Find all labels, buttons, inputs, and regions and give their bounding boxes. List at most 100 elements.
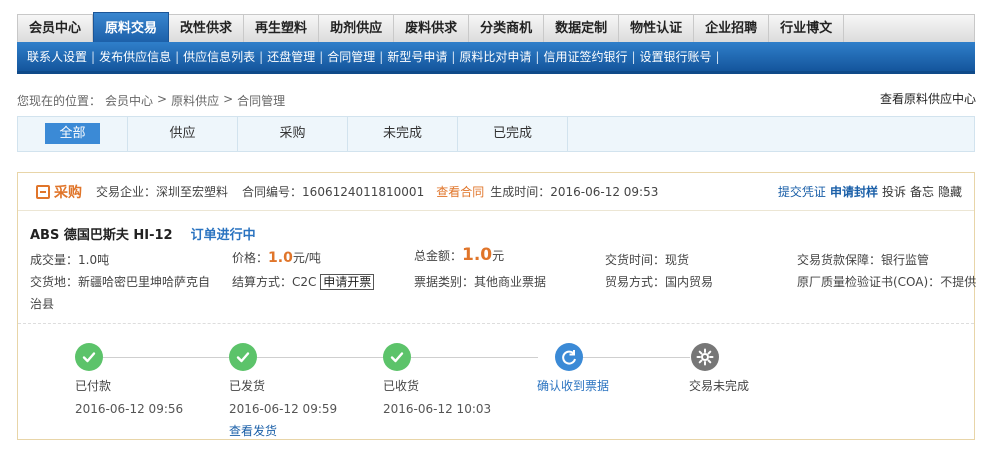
refresh-icon	[555, 343, 583, 371]
step-trade-incomplete-label: 交易未完成	[689, 379, 750, 393]
trade-company: 交易企业：深圳至宏塑料	[96, 185, 229, 199]
divider	[18, 323, 974, 324]
breadcrumb-separator: >	[223, 92, 234, 106]
ticket-type-info: 票据类别：其他商业票据	[414, 275, 547, 289]
step-confirm-invoice-label: 确认收到票据	[537, 379, 610, 393]
check-icon	[75, 343, 103, 371]
filter-supply[interactable]: 供应	[128, 116, 238, 152]
order-card: 采购 交易企业：深圳至宏塑料 合同编号：1606124011810001 查看合…	[17, 172, 977, 440]
payment-guarantee-info: 交易货款保障：银行监管	[797, 253, 930, 267]
gear-icon	[691, 343, 719, 371]
breadcrumb-prefix: 您现在的位置：	[17, 94, 102, 108]
subnav-bank-account[interactable]: 设置银行账号	[640, 48, 712, 65]
delivery-place-info-cont: 治县	[30, 297, 55, 311]
view-contract-link[interactable]: 查看合同	[436, 183, 484, 200]
product-row: ABS 德国巴斯夫 HI-12 订单进行中	[30, 224, 256, 243]
tab-business-opportunities[interactable]: 分类商机	[469, 15, 545, 43]
tab-property-cert[interactable]: 物性认证	[619, 15, 695, 43]
subnav-separator: |	[379, 49, 384, 64]
filter-incomplete-label: 未完成	[382, 126, 422, 141]
contract-number: 合同编号：1606124011810001	[242, 185, 425, 199]
check-icon	[229, 343, 257, 371]
tab-member-center[interactable]: 会员中心	[18, 15, 94, 43]
step-paid-label: 已付款	[75, 379, 112, 393]
tab-additive-supply[interactable]: 助剂供应	[319, 15, 395, 43]
step-paid: 已付款 2016-06-12 09:56	[75, 343, 195, 416]
tab-recruitment[interactable]: 企业招聘	[694, 15, 770, 43]
filter-all[interactable]: 全部	[18, 116, 128, 152]
check-icon	[383, 343, 411, 371]
tab-industry-blog[interactable]: 行业博文	[769, 15, 845, 43]
filter-complete[interactable]: 已完成	[458, 116, 568, 152]
order-type: 采购	[36, 182, 82, 202]
step-shipped-date: 2016-06-12 09:59	[229, 402, 338, 416]
delivery-place-info: 交货地：新疆哈密巴里坤哈萨克自	[30, 275, 211, 289]
purchase-icon	[36, 184, 50, 199]
subnav-separator: |	[319, 49, 324, 64]
volume-info: 成交量：1.0吨	[30, 253, 110, 267]
step-received-date: 2016-06-12 10:03	[383, 402, 492, 416]
subnav-separator: |	[259, 49, 264, 64]
filter-purchase[interactable]: 采购	[238, 116, 348, 152]
subnav-counter-offer[interactable]: 还盘管理	[267, 48, 315, 65]
step-received-label: 已收货	[383, 379, 420, 393]
price-info: 价格：1.0元/吨	[232, 250, 321, 266]
sub-nav: 联系人设置 | 发布供应信息 | 供应信息列表 | 还盘管理 | 合同管理 | 新型号申请…	[17, 42, 975, 74]
filter-purchase-label: 采购	[279, 126, 306, 141]
order-filter-tabs: 全部 供应 采购 未完成 已完成	[17, 116, 975, 152]
breadcrumb: 您现在的位置： 会员中心 > 原料供应 > 合同管理	[17, 92, 285, 109]
order-type-label: 采购	[54, 184, 82, 201]
breadcrumb-contract-management: 合同管理	[237, 94, 286, 108]
trade-mode-info: 贸易方式：国内贸易	[605, 275, 714, 289]
subnav-contract-management[interactable]: 合同管理	[327, 48, 375, 65]
breadcrumb-raw-supply[interactable]: 原料供应	[171, 92, 219, 109]
step-paid-date: 2016-06-12 09:56	[75, 402, 184, 416]
subnav-separator: |	[91, 49, 96, 64]
hide-button[interactable]: 隐藏	[938, 183, 962, 200]
subnav-separator: |	[631, 49, 636, 64]
filter-all-label: 全部	[45, 123, 100, 144]
subnav-material-compare[interactable]: 原料比对申请	[459, 48, 531, 65]
view-supplier-center-link[interactable]: 查看原料供应中心	[880, 90, 976, 107]
subnav-separator: |	[175, 49, 180, 64]
apply-sample-button[interactable]: 申请封样	[830, 183, 878, 200]
subnav-credit-bank[interactable]: 信用证签约银行	[543, 48, 627, 65]
filter-supply-label: 供应	[169, 126, 196, 141]
subnav-supply-list[interactable]: 供应信息列表	[183, 48, 255, 65]
total-amount-info: 总金额：1.0元	[414, 245, 505, 265]
subnav-separator: |	[715, 49, 720, 64]
tab-waste-supply[interactable]: 废料供求	[394, 15, 470, 43]
tab-recycled-plastic[interactable]: 再生塑料	[244, 15, 320, 43]
step-shipped-label: 已发货	[229, 379, 266, 393]
product-name: ABS 德国巴斯夫 HI-12	[30, 228, 173, 243]
coa-info: 原厂质量检验证书(COA)：不提供	[797, 275, 977, 289]
submit-voucher-button[interactable]: 提交凭证	[778, 183, 826, 200]
order-card-header: 采购 交易企业：深圳至宏塑料 合同编号：1606124011810001 查看合…	[18, 173, 974, 211]
tab-modified-supply[interactable]: 改性供求	[169, 15, 245, 43]
filter-incomplete[interactable]: 未完成	[348, 116, 458, 152]
view-shipment-link[interactable]: 查看发货	[229, 422, 349, 439]
step-confirm-invoice: 确认收到票据	[537, 343, 657, 394]
subnav-separator: |	[535, 49, 540, 64]
breadcrumb-member-center[interactable]: 会员中心	[105, 92, 153, 109]
subnav-new-model[interactable]: 新型号申请	[387, 48, 447, 65]
filter-complete-label: 已完成	[492, 126, 532, 141]
apply-invoice-button[interactable]: 申请开票	[320, 274, 375, 290]
main-nav: 会员中心 原料交易 改性供求 再生塑料 助剂供应 废料供求 分类商机 数据定制 …	[17, 12, 975, 43]
tab-data-custom[interactable]: 数据定制	[544, 15, 620, 43]
breadcrumb-separator: >	[157, 92, 168, 106]
complaint-button[interactable]: 投诉	[882, 183, 906, 200]
order-status: 订单进行中	[190, 228, 256, 243]
memo-button[interactable]: 备忘	[910, 183, 934, 200]
subnav-contact-settings[interactable]: 联系人设置	[27, 48, 87, 65]
subnav-separator: |	[451, 49, 456, 64]
step-shipped: 已发货 2016-06-12 09:59 查看发货	[229, 343, 349, 439]
created-time: 生成时间：2016-06-12 09:53	[490, 185, 659, 199]
subnav-publish-supply[interactable]: 发布供应信息	[99, 48, 171, 65]
tab-raw-material-trade[interactable]: 原料交易	[93, 12, 170, 43]
delivery-time-info: 交货时间：现货	[605, 253, 690, 267]
step-trade-incomplete: 交易未完成	[689, 343, 809, 394]
settlement-info: 结算方式：C2C 申请开票	[232, 273, 375, 290]
order-actions: 提交凭证 申请封样 投诉 备忘 隐藏	[778, 183, 974, 200]
step-received: 已收货 2016-06-12 10:03	[383, 343, 503, 416]
